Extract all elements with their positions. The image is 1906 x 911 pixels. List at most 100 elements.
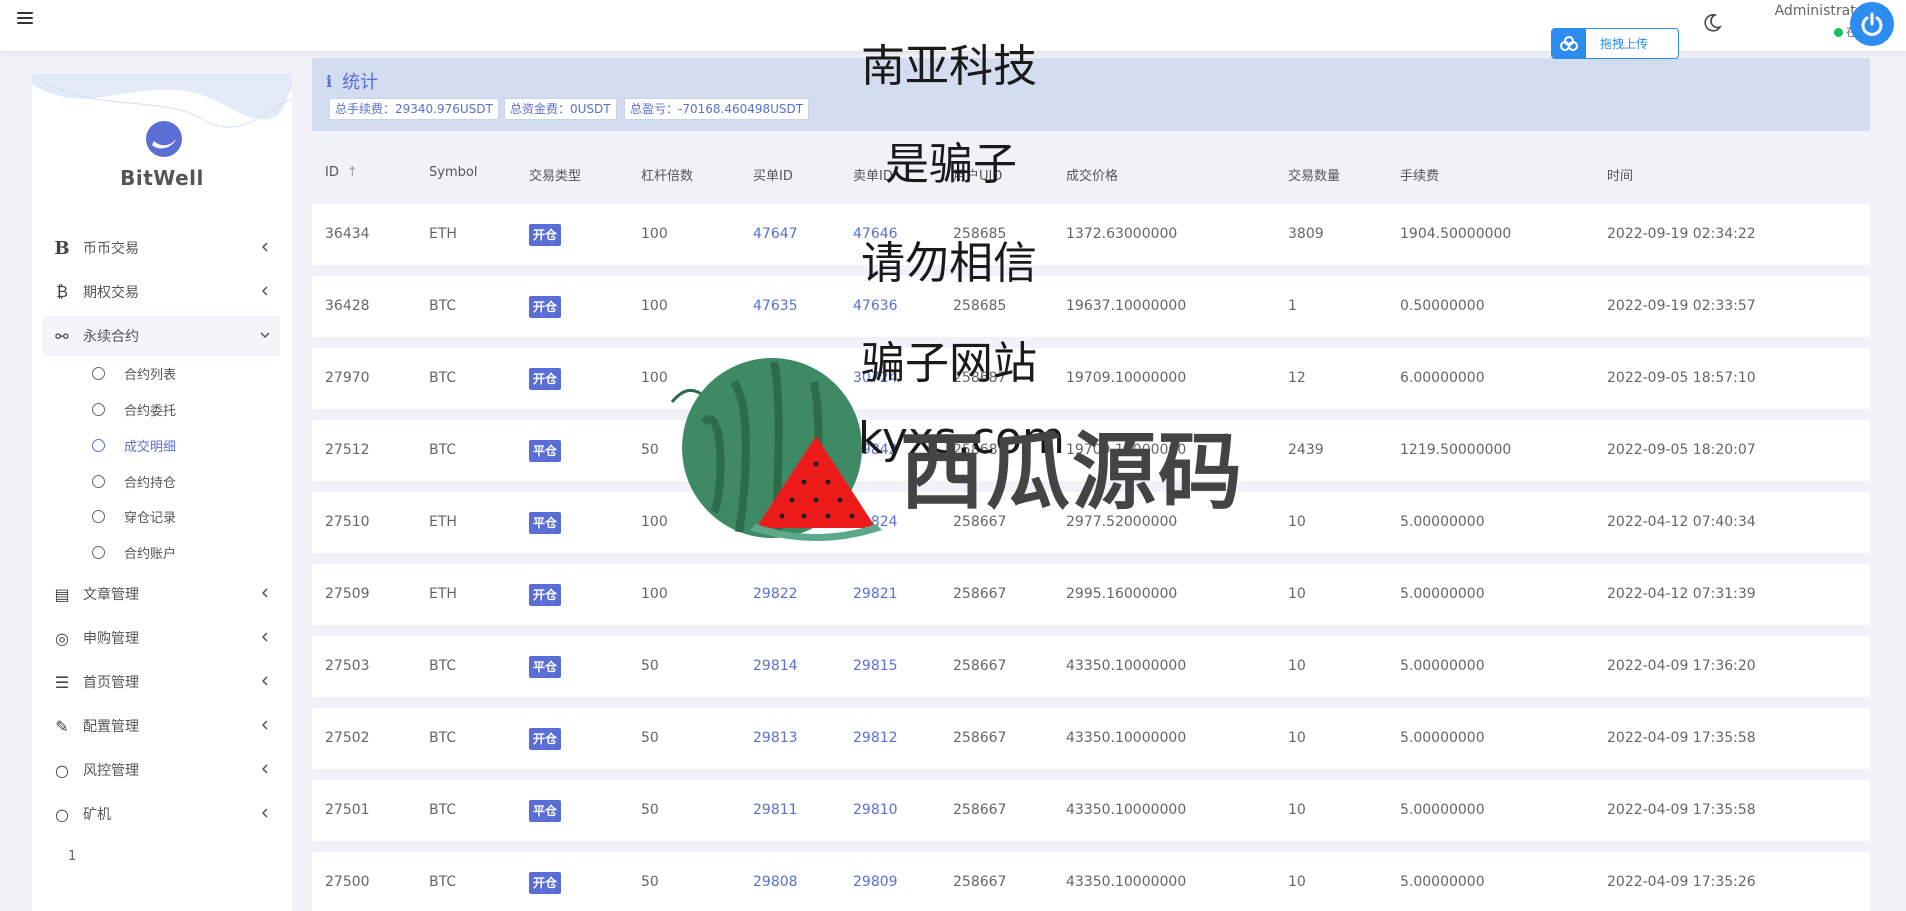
sell-order-link[interactable]: 29812 (853, 708, 898, 769)
cell-fee: 5.00000000 (1400, 514, 1485, 530)
cell-id: 27502 (325, 730, 370, 746)
cell-lever: 50 (641, 802, 659, 818)
sidebar-item-label: 永续合约 (83, 329, 139, 345)
dark-mode-moon-icon[interactable] (1701, 12, 1723, 34)
trade-type-badge: 开仓 (529, 584, 562, 606)
sidebar-item-5[interactable]: ☰ 首页管理 (42, 662, 280, 702)
sell-order-link[interactable]: 29809 (853, 852, 898, 911)
sidebar-item-label: 文章管理 (83, 587, 139, 603)
overlay-text-1: 南亚科技 (861, 41, 1037, 92)
sell-order-link[interactable]: 29810 (853, 780, 898, 841)
cell-fee: 1219.50000000 (1400, 442, 1512, 458)
cell-qty: 10 (1288, 802, 1306, 818)
submenu-item-2[interactable]: 成交明细 (92, 430, 176, 460)
sidebar-item-2[interactable]: ⚯ 永续合约 (42, 316, 280, 356)
cell-qty: 10 (1288, 658, 1306, 674)
column-header-text: 买单ID (753, 169, 793, 184)
sidebar-page-number: 1 (68, 849, 77, 864)
table-row: 27509 ETH 开仓 100 29822 29821 258667 2995.160000… (312, 564, 1870, 625)
cell-qty: 10 (1288, 586, 1306, 602)
cloud-upload-icon (1552, 29, 1586, 58)
cell-symbol: BTC (429, 874, 457, 890)
info-icon: i (326, 71, 333, 91)
cell-id: 27512 (325, 442, 370, 458)
submenu-item-1[interactable]: 合约委托 (92, 394, 176, 424)
column-header-text: 成交价格 (1066, 169, 1119, 184)
cell-time: 2022-04-09 17:35:26 (1607, 874, 1756, 890)
submenu-item-label: 穿仓记录 (124, 510, 177, 526)
sell-order-link[interactable]: 29815 (853, 636, 898, 697)
cell-lever: 100 (641, 226, 668, 242)
buy-order-link[interactable]: 29814 (753, 636, 798, 697)
sidebar-item-1[interactable]: ₿ 期权交易 (42, 272, 280, 312)
cell-qty: 10 (1288, 514, 1306, 530)
buy-order-link[interactable]: 29813 (753, 708, 798, 769)
trade-type-badge: 开仓 (529, 872, 562, 894)
buy-order-link[interactable]: 47635 (753, 276, 798, 337)
stat-total-fee: 总手续费：29340.976USDT (329, 98, 499, 120)
buy-order-link[interactable]: 47647 (753, 204, 798, 265)
table-row: 27500 BTC 开仓 50 29808 29809 258667 43350.100000… (312, 852, 1870, 911)
cell-fee: 6.00000000 (1400, 370, 1485, 386)
cell-uid: 258667 (953, 730, 1007, 746)
sell-order-link[interactable]: 29821 (853, 564, 898, 625)
sidebar-item-label: 币币交易 (83, 241, 139, 257)
submenu-item-label: 成交明细 (124, 439, 177, 455)
trade-type-badge: 平仓 (529, 512, 562, 534)
cell-symbol: BTC (429, 802, 457, 818)
bitcoin-b-icon: B (54, 237, 70, 259)
buy-order-link[interactable]: 29822 (753, 564, 798, 625)
cell-symbol: BTC (429, 298, 457, 314)
cell-time: 2022-04-12 07:31:39 (1607, 586, 1756, 602)
submenu-item-label: 合约持仓 (124, 475, 177, 491)
sidebar-item-4[interactable]: ◎ 申购管理 (42, 618, 280, 658)
column-header[interactable]: ID ↑ (325, 165, 358, 180)
sort-arrow-icon[interactable]: ↑ (347, 165, 358, 180)
trade-type-badge: 平仓 (529, 440, 562, 462)
submenu-item-3[interactable]: 合约持仓 (92, 466, 176, 496)
menu-toggle-icon[interactable] (17, 10, 33, 26)
cell-uid: 258667 (953, 586, 1007, 602)
cell-uid: 258667 (953, 802, 1007, 818)
chevron-left-icon (261, 286, 268, 296)
stats-title: i 统计 (326, 68, 378, 94)
circle-icon (92, 509, 105, 523)
cell-id: 27970 (325, 370, 370, 386)
column-header: 手续费 (1400, 165, 1439, 184)
chevron-left-icon (261, 242, 268, 252)
sidebar-item-6[interactable]: ✎ 配置管理 (42, 706, 280, 746)
column-header-text: 手续费 (1400, 169, 1440, 184)
cell-id: 36434 (325, 226, 370, 242)
cell-lever: 50 (641, 658, 659, 674)
submenu-item-4[interactable]: 穿仓记录 (92, 501, 176, 531)
sidebar-item-8[interactable]: ○ 矿机 (42, 794, 280, 834)
trade-type-badge: 平仓 (529, 800, 562, 822)
cell-fee: 5.00000000 (1400, 874, 1485, 890)
online-dot-icon (1833, 28, 1843, 37)
cell-lever: 100 (641, 586, 668, 602)
cell-fee: 5.00000000 (1400, 730, 1485, 746)
cell-qty: 10 (1288, 730, 1306, 746)
buy-order-link[interactable]: 29811 (753, 780, 798, 841)
column-header: 成交价格 (1066, 165, 1118, 184)
drag-upload-button[interactable]: 拖拽上传 (1551, 28, 1679, 59)
table-row: 36428 BTC 开仓 100 47635 47636 258685 19637.10000… (312, 276, 1870, 337)
column-header-text: 交易类型 (529, 169, 582, 184)
sidebar-item-0[interactable]: B 币币交易 (42, 228, 280, 268)
column-header: 杠杆倍数 (641, 165, 693, 184)
cell-time: 2022-09-05 18:20:07 (1607, 442, 1756, 458)
avatar-power-icon[interactable] (1850, 2, 1894, 46)
overlay-text-2: 是骗子 (885, 139, 1017, 190)
sidebar: BitWell B 币币交易 ₿ 期权交易 ⚯ 永续合约 ▤ 文章管理 ◎ 申购管理 ☰ 首页管理 ✎ 配… (32, 74, 292, 911)
sidebar-item-label: 期权交易 (83, 285, 139, 301)
sidebar-item-3[interactable]: ▤ 文章管理 (42, 574, 280, 614)
column-header: 买单ID (753, 165, 793, 184)
wrench-icon: ✎ (55, 716, 69, 736)
submenu-item-5[interactable]: 合约账户 (92, 537, 176, 567)
sidebar-item-7[interactable]: ○ 风控管理 (42, 750, 280, 790)
lifebuoy-icon: ◎ (55, 628, 69, 648)
submenu-item-0[interactable]: 合约列表 (92, 358, 176, 388)
buy-order-link[interactable]: 29808 (753, 852, 798, 911)
table-row: 27503 BTC 平仓 50 29814 29815 258667 43350.100000… (312, 636, 1870, 697)
cell-price: 1372.63000000 (1066, 226, 1178, 242)
